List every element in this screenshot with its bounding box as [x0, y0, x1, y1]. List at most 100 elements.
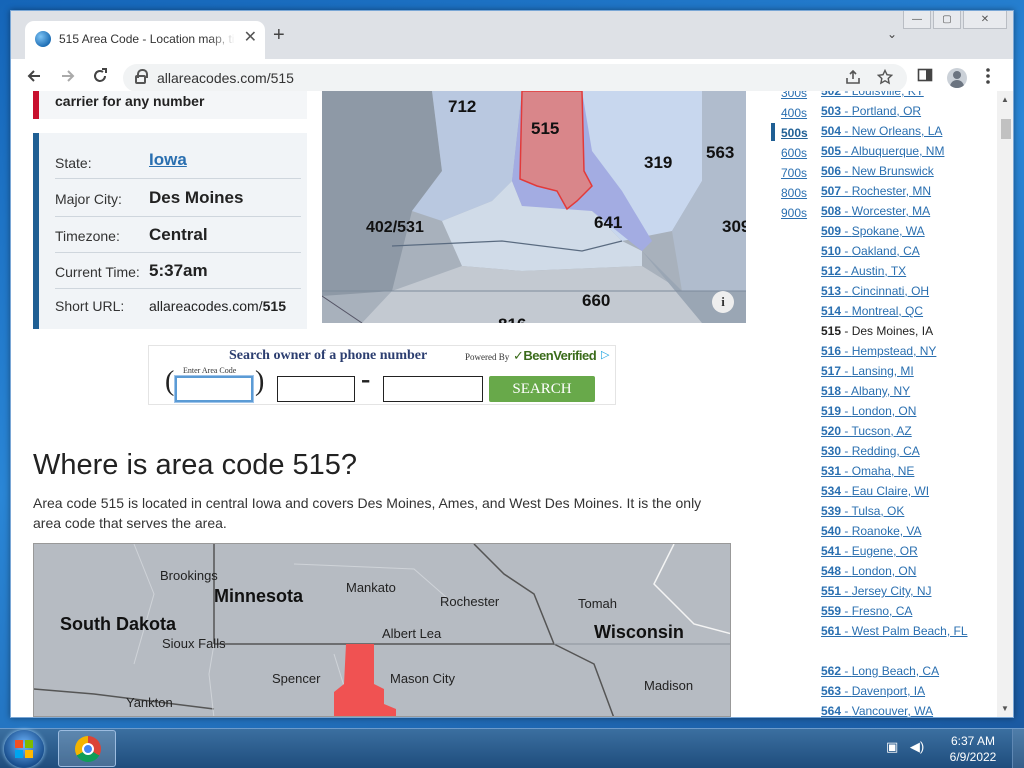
network-icon[interactable]: ▣ — [886, 739, 898, 754]
area-code-number: 514 — [821, 304, 842, 318]
url-text[interactable]: allareacodes.com/515 — [157, 70, 294, 86]
beenverified-logo[interactable]: ✓BeenVerified — [513, 348, 597, 364]
area-code-item-534[interactable]: 534 - Eau Claire, WI — [821, 481, 971, 501]
close-window-button[interactable]: ✕ — [963, 11, 1007, 29]
prefix-input[interactable] — [277, 376, 355, 402]
kebab-menu-icon[interactable] — [985, 67, 991, 90]
minimize-button[interactable]: — — [903, 11, 931, 29]
close-paren: ) — [255, 366, 265, 397]
area-code-place: Fresno, CA — [851, 604, 913, 618]
area-code-number: 563 — [821, 684, 842, 698]
search-button[interactable]: SEARCH — [489, 376, 595, 402]
profile-avatar[interactable] — [947, 68, 967, 88]
area-code-number: 515 — [821, 324, 842, 338]
area-code-item-559[interactable]: 559 - Fresno, CA — [821, 601, 971, 621]
area-code-item-504[interactable]: 504 - New Orleans, LA — [821, 121, 971, 141]
area-code-number: 512 — [821, 264, 842, 278]
active-tab[interactable]: 515 Area Code - Location map, time zone,… — [25, 21, 265, 59]
info-value: Central — [149, 225, 208, 244]
back-icon[interactable] — [25, 67, 43, 90]
scroll-down-icon[interactable]: ▼ — [1001, 704, 1009, 713]
show-desktop-button[interactable] — [1012, 729, 1024, 768]
area-code-item-512[interactable]: 512 - Austin, TX — [821, 261, 971, 281]
adchoices-icon[interactable]: ▷ — [601, 348, 609, 361]
short-url-value[interactable]: allareacodes.com/515 — [149, 298, 286, 314]
area-code-number: 564 — [821, 704, 842, 717]
area-code-item-520[interactable]: 520 - Tucson, AZ — [821, 421, 971, 441]
regional-map[interactable]: South Dakota Minnesota Wisconsin Brookin… — [33, 543, 731, 717]
system-clock[interactable]: 6:37 AM 6/9/2022 — [940, 733, 1006, 765]
side-panel-icon[interactable] — [917, 67, 933, 88]
area-code-item-531[interactable]: 531 - Omaha, NE — [821, 461, 971, 481]
map-info-icon[interactable]: i — [712, 291, 734, 313]
new-tab-button[interactable]: + — [273, 25, 285, 45]
area-code-item-517[interactable]: 517 - Lansing, MI — [821, 361, 971, 381]
area-code-item-510[interactable]: 510 - Oakland, CA — [821, 241, 971, 261]
area-code-place: Omaha, NE — [851, 464, 915, 478]
lock-icon[interactable] — [135, 69, 148, 84]
area-code-item-509[interactable]: 509 - Spokane, WA — [821, 221, 971, 241]
area-code-place: Long Beach, CA — [851, 664, 940, 678]
area-code-item-539[interactable]: 539 - Tulsa, OK — [821, 501, 971, 521]
nav-500s[interactable]: 500s — [781, 126, 808, 140]
nav-900s[interactable]: 900s — [781, 206, 807, 220]
info-key: State: — [55, 155, 92, 171]
area-code-item-548[interactable]: 548 - London, ON — [821, 561, 971, 581]
tab-search-icon[interactable]: ⌄ — [887, 27, 897, 41]
address-bar[interactable]: allareacodes.com/515 — [123, 64, 907, 92]
map-label: 641 — [594, 213, 623, 232]
section-heading: Where is area code 515? — [33, 449, 358, 481]
nav-300s[interactable]: 300s — [781, 91, 807, 100]
state-link[interactable]: Iowa — [149, 150, 187, 170]
area-code-item-519[interactable]: 519 - London, ON — [821, 401, 971, 421]
area-code-item-541[interactable]: 541 - Eugene, OR — [821, 541, 971, 561]
area-code-input[interactable] — [175, 376, 253, 402]
reload-icon[interactable] — [91, 67, 109, 90]
scroll-up-icon[interactable]: ▲ — [1001, 95, 1009, 104]
area-code-item-514[interactable]: 514 - Montreal, QC — [821, 301, 971, 321]
area-code-item-516[interactable]: 516 - Hempstead, NY — [821, 341, 971, 361]
forward-icon[interactable] — [59, 67, 77, 90]
area-code-item-513[interactable]: 513 - Cincinnati, OH — [821, 281, 971, 301]
area-info-box: State: Iowa Major City: Des Moines Timez… — [33, 133, 307, 329]
area-code-item-551[interactable]: 551 - Jersey City, NJ — [821, 581, 971, 601]
maximize-button[interactable]: ▢ — [933, 11, 961, 29]
area-code-label: Enter Area Code — [183, 366, 237, 375]
tab-close-icon[interactable]: ✕ — [244, 30, 257, 46]
area-code-place: Rochester, MN — [851, 184, 932, 198]
area-code-item-506[interactable]: 506 - New Brunswick — [821, 161, 971, 181]
page-scrollbar[interactable]: ▲ ▼ — [997, 91, 1013, 717]
city-label: Yankton — [126, 695, 173, 710]
area-code-item-530[interactable]: 530 - Redding, CA — [821, 441, 971, 461]
area-code-item-563[interactable]: 563 - Davenport, IA — [821, 681, 971, 701]
area-code-item-507[interactable]: 507 - Rochester, MN — [821, 181, 971, 201]
nav-400s[interactable]: 400s — [781, 106, 807, 120]
area-code-number: 559 — [821, 604, 842, 618]
area-code-number: 562 — [821, 664, 842, 678]
bookmark-star-icon[interactable] — [876, 68, 894, 89]
chrome-taskbar-button[interactable] — [58, 730, 116, 767]
phone-search-widget: Search owner of a phone number Powered B… — [148, 345, 616, 405]
area-code-item-562[interactable]: 562 - Long Beach, CA — [821, 661, 971, 681]
share-icon[interactable] — [845, 69, 861, 89]
area-code-item-564[interactable]: 564 - Vancouver, WA — [821, 701, 971, 717]
state-label: Minnesota — [214, 586, 304, 606]
nav-700s[interactable]: 700s — [781, 166, 807, 180]
scroll-thumb[interactable] — [1001, 119, 1011, 139]
area-code-item-502[interactable]: 502 - Louisville, KY — [821, 91, 971, 101]
nav-800s[interactable]: 800s — [781, 186, 807, 200]
area-code-item-508[interactable]: 508 - Worcester, MA — [821, 201, 971, 221]
short-url-prefix: allareacodes.com/ — [149, 298, 263, 314]
nav-600s[interactable]: 600s — [781, 146, 807, 160]
volume-icon[interactable]: ◀) — [910, 739, 924, 754]
area-code-place: Montreal, QC — [851, 304, 924, 318]
start-button[interactable] — [4, 730, 44, 768]
area-code-item-561[interactable]: 561 - West Palm Beach, FL — [821, 621, 971, 641]
area-code-item-505[interactable]: 505 - Albuquerque, NM — [821, 141, 971, 161]
line-number-input[interactable] — [383, 376, 483, 402]
area-code-item-540[interactable]: 540 - Roanoke, VA — [821, 521, 971, 541]
area-code-item-503[interactable]: 503 - Portland, OR — [821, 101, 971, 121]
area-code-item-518[interactable]: 518 - Albany, NY — [821, 381, 971, 401]
area-code-place: Des Moines, IA — [851, 324, 934, 338]
area-code-map[interactable]: 712 515 319 563 402/531 641 309 660 816 … — [322, 91, 746, 323]
